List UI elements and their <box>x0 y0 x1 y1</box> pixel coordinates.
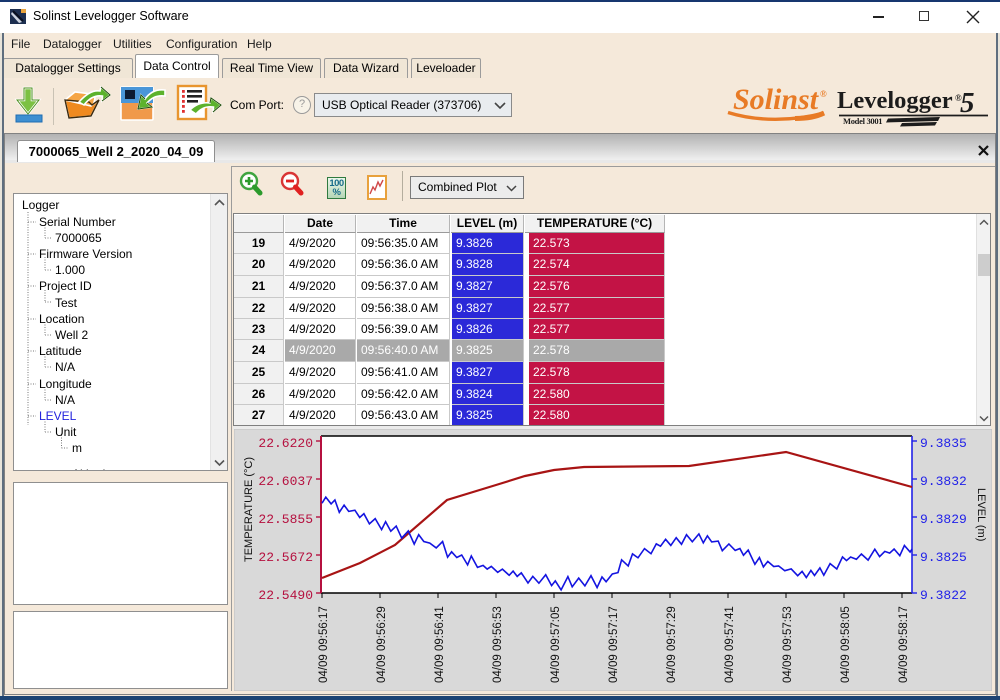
svg-text:04/09 09:56:17: 04/09 09:56:17 <box>318 606 330 683</box>
svg-text:04/09 09:56:41: 04/09 09:56:41 <box>434 606 446 683</box>
svg-text:22.5490: 22.5490 <box>258 588 313 603</box>
svg-text:9.3822: 9.3822 <box>920 588 967 603</box>
svg-text:22.6220: 22.6220 <box>258 436 313 451</box>
svg-text:04/09 09:56:29: 04/09 09:56:29 <box>376 606 388 683</box>
svg-text:04/09 09:57:29: 04/09 09:57:29 <box>666 606 678 683</box>
svg-text:LEVEL (m): LEVEL (m) <box>975 488 987 541</box>
svg-text:04/09 09:57:41: 04/09 09:57:41 <box>724 606 736 683</box>
svg-text:9.3832: 9.3832 <box>920 474 967 489</box>
svg-text:04/09 09:57:05: 04/09 09:57:05 <box>550 606 562 683</box>
svg-text:TEMPERATURE (°C): TEMPERATURE (°C) <box>243 457 255 562</box>
svg-text:9.3829: 9.3829 <box>920 512 967 527</box>
svg-text:04/09 09:58:17: 04/09 09:58:17 <box>898 606 910 683</box>
svg-text:9.3835: 9.3835 <box>920 436 967 451</box>
svg-text:04/09 09:57:17: 04/09 09:57:17 <box>608 606 620 683</box>
svg-text:22.5672: 22.5672 <box>258 550 313 565</box>
svg-text:22.5855: 22.5855 <box>258 512 313 527</box>
svg-text:9.3825: 9.3825 <box>920 550 967 565</box>
svg-text:22.6037: 22.6037 <box>258 474 313 489</box>
svg-text:04/09 09:57:53: 04/09 09:57:53 <box>782 606 794 683</box>
svg-text:04/09 09:58:05: 04/09 09:58:05 <box>840 606 852 683</box>
svg-text:04/09 09:56:53: 04/09 09:56:53 <box>492 606 504 683</box>
